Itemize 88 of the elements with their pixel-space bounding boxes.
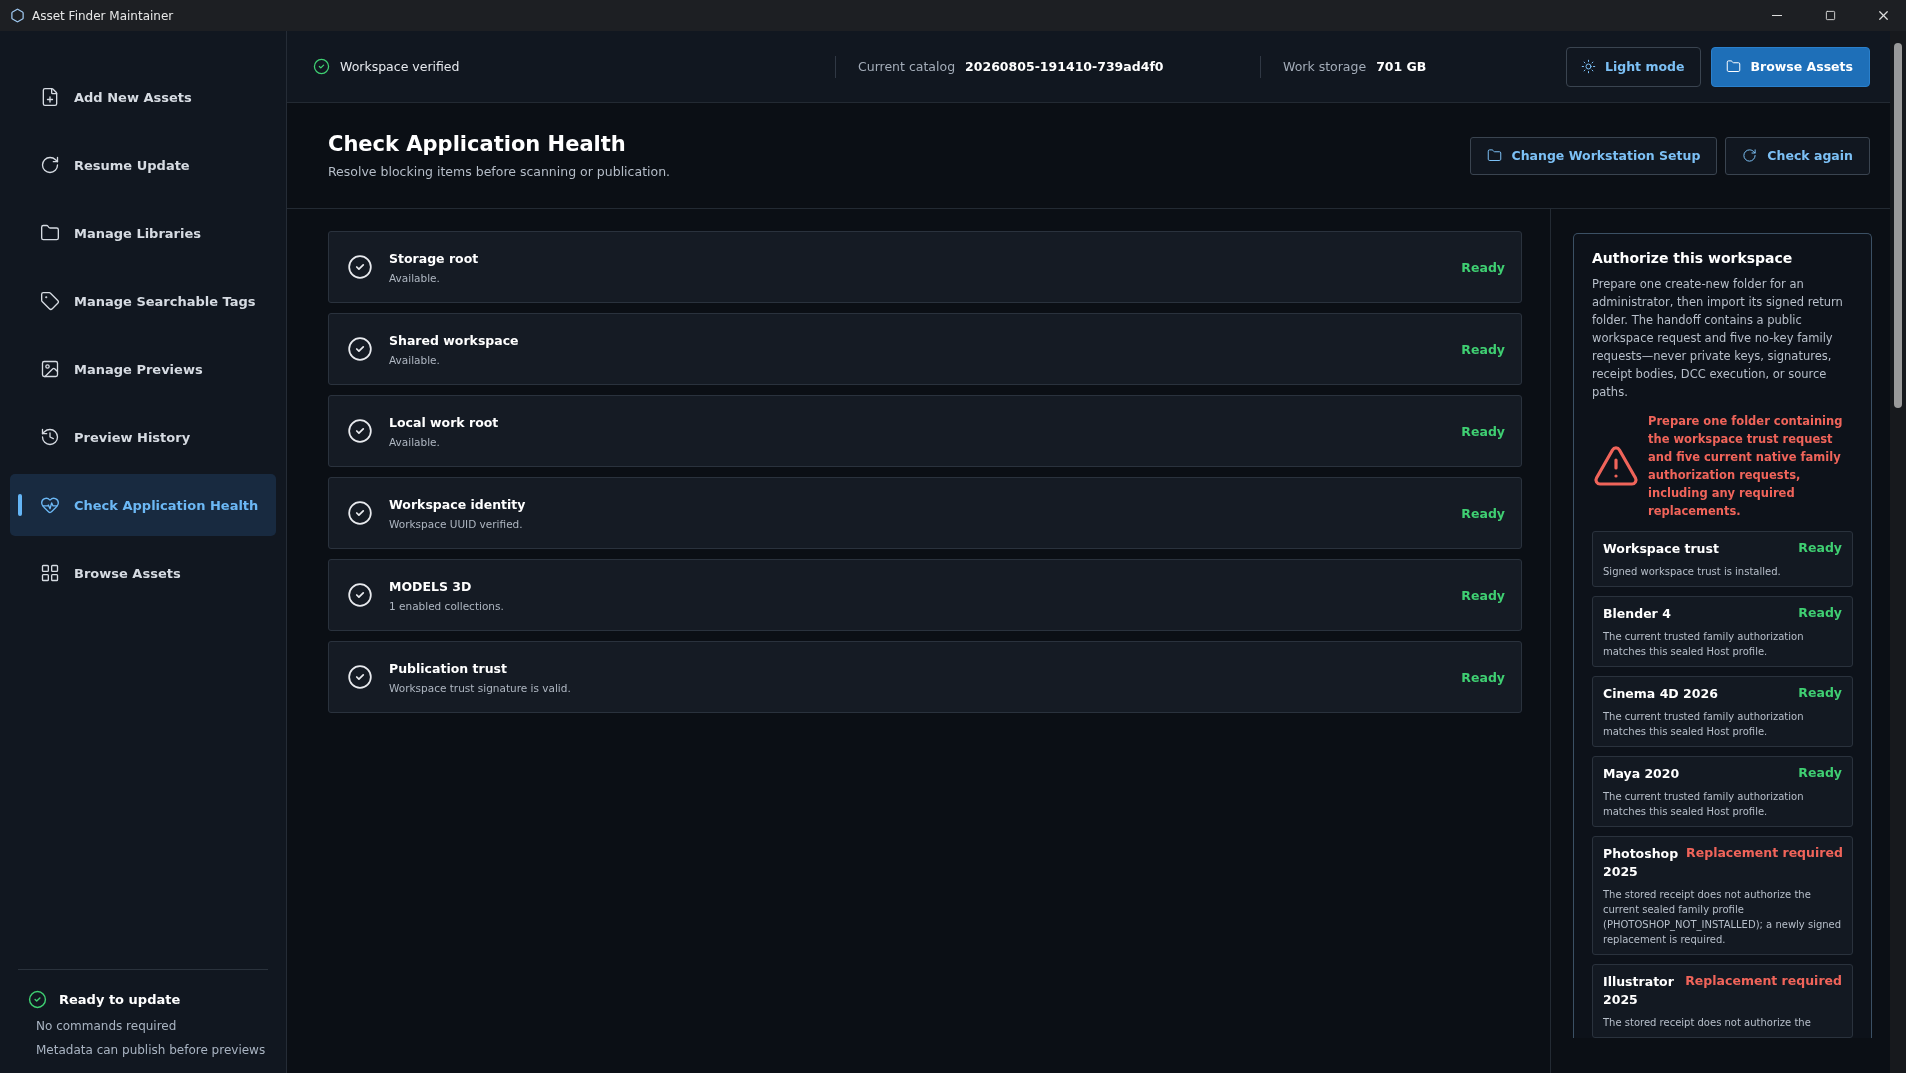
- check-title: Publication trust: [389, 660, 508, 676]
- toolbar-button[interactable]: Light mode: [1566, 46, 1702, 87]
- check-detail: Available.: [389, 271, 441, 284]
- check-circle-icon: [347, 582, 373, 608]
- check-status: Ready: [1461, 423, 1505, 439]
- authorization-detail: The current trusted family authorization matches this sealed Host profile.: [1603, 630, 1805, 659]
- authorization-title: Illustrator 2025: [1603, 973, 1675, 1009]
- page-title: Check Application Health: [328, 132, 627, 156]
- authorization-detail: Signed workspace trust is installed.: [1603, 565, 1782, 579]
- file-plus-icon: [40, 87, 60, 107]
- check-title: Storage root: [389, 250, 480, 266]
- authorization-status: Replacement required: [1685, 973, 1842, 988]
- authorization-detail: The stored receipt does not authorize the current sealed family profile (PHOTOSHOP_NOT_INSTALLED); a newly signed replacement is required.: [1603, 888, 1842, 947]
- tag-icon: [40, 291, 60, 311]
- authorization-title: Cinema 4D 2026: [1603, 685, 1718, 703]
- update-status: Ready to update: [59, 992, 181, 1007]
- check-detail: Available.: [389, 435, 441, 448]
- panel-description: Prepare one create-new folder for an administrator, then import its signed return folder. The handoff contains a public workspace request and five no-key family requests—never private keys, signatures, receipt bodies, DCC execution, or source paths.: [1592, 276, 1844, 401]
- authorization-title: Maya 2020: [1603, 765, 1680, 783]
- check-status: Ready: [1461, 341, 1505, 357]
- image-icon: [40, 359, 60, 379]
- check-title: Workspace identity: [389, 496, 527, 512]
- refresh-icon: [1742, 148, 1758, 163]
- check-status: Ready: [1461, 505, 1505, 521]
- authorization-title: Blender 4: [1603, 605, 1671, 623]
- sidebar-item[interactable]: Browse Assets: [10, 542, 276, 604]
- sidebar-item[interactable]: Check Application Health: [10, 474, 276, 536]
- storage-value: 701 GB: [1376, 59, 1427, 74]
- check-detail: Available.: [389, 353, 441, 366]
- check-circle-icon: [347, 500, 373, 526]
- folder-icon: [1726, 59, 1742, 74]
- maximize-icon: [1824, 10, 1836, 21]
- folder-icon: [1486, 148, 1502, 163]
- status-note: Metadata can publish before previews: [36, 1043, 267, 1057]
- authorization-status: Replacement required: [1686, 845, 1843, 860]
- minimize-icon: [1772, 15, 1782, 16]
- grid-icon: [40, 563, 60, 583]
- page-subtitle: Resolve blocking items before scanning or publication.: [328, 164, 671, 179]
- sidebar-item[interactable]: Manage Searchable Tags: [10, 270, 276, 332]
- authorization-detail: The current trusted family authorization matches this sealed Host profile.: [1603, 790, 1805, 819]
- sidebar-item[interactable]: Preview History: [10, 406, 276, 468]
- header-button[interactable]: Change Workstation Setup: [1469, 136, 1718, 175]
- verified-status: Workspace verified: [340, 59, 460, 74]
- catalog-id: 20260805-191410-739ad4f0: [965, 59, 1164, 74]
- check-circle-icon: [347, 418, 373, 444]
- check-circle-icon: [347, 664, 373, 690]
- check-circle-icon: [313, 58, 330, 75]
- warning-text: Prepare one folder containing the workspace trust request and five current native family authorization requests, including any required replacements.: [1648, 413, 1844, 520]
- scrollbar-thumb[interactable]: [1894, 43, 1902, 408]
- authorization-status: Ready: [1798, 765, 1842, 780]
- authorization-status: Ready: [1798, 685, 1842, 700]
- heart-pulse-icon: [40, 495, 60, 515]
- refresh-icon: [40, 155, 60, 175]
- check-circle-icon: [347, 254, 373, 280]
- check-status: Ready: [1461, 587, 1505, 603]
- catalog-label: Current catalog: [858, 59, 956, 74]
- sidebar-item[interactable]: Manage Previews: [10, 338, 276, 400]
- panel-title: Authorize this workspace: [1592, 250, 1794, 266]
- app-icon: [10, 8, 25, 23]
- sidebar-item[interactable]: Resume Update: [10, 134, 276, 196]
- storage-label: Work storage: [1283, 59, 1367, 74]
- clock-icon: [40, 427, 60, 447]
- check-status: Ready: [1461, 259, 1505, 275]
- authorization-status: Ready: [1798, 605, 1842, 620]
- check-title: Local work root: [389, 414, 500, 430]
- status-note: No commands required: [36, 1019, 178, 1033]
- authorization-title: Photoshop 2025: [1603, 845, 1679, 881]
- sidebar-item[interactable]: Manage Libraries: [10, 202, 276, 264]
- folder-icon: [40, 223, 60, 243]
- check-detail: 1 enabled collections.: [389, 599, 505, 612]
- check-status: Ready: [1461, 669, 1505, 685]
- header-button[interactable]: Check again: [1725, 136, 1870, 175]
- check-title: Shared workspace: [389, 332, 520, 348]
- authorization-status: Ready: [1798, 540, 1842, 555]
- authorization-title: Workspace trust: [1603, 540, 1719, 558]
- check-detail: Workspace trust signature is valid.: [389, 681, 572, 694]
- window-title: Asset Finder Maintainer: [32, 8, 175, 23]
- scrollbar[interactable]: [1890, 31, 1906, 1073]
- sun-icon: [1581, 59, 1596, 74]
- toolbar-button[interactable]: Browse Assets: [1711, 46, 1870, 87]
- check-title: MODELS 3D: [389, 578, 473, 594]
- sidebar-item[interactable]: Add New Assets: [10, 66, 276, 128]
- check-detail: Workspace UUID verified.: [389, 517, 524, 530]
- check-circle-icon: [347, 336, 373, 362]
- check-circle-icon: [28, 990, 47, 1009]
- authorization-detail: The stored receipt does not authorize the: [1603, 1016, 1812, 1030]
- active-indicator: [18, 494, 22, 516]
- authorization-detail: The current trusted family authorization matches this sealed Host profile.: [1603, 710, 1805, 739]
